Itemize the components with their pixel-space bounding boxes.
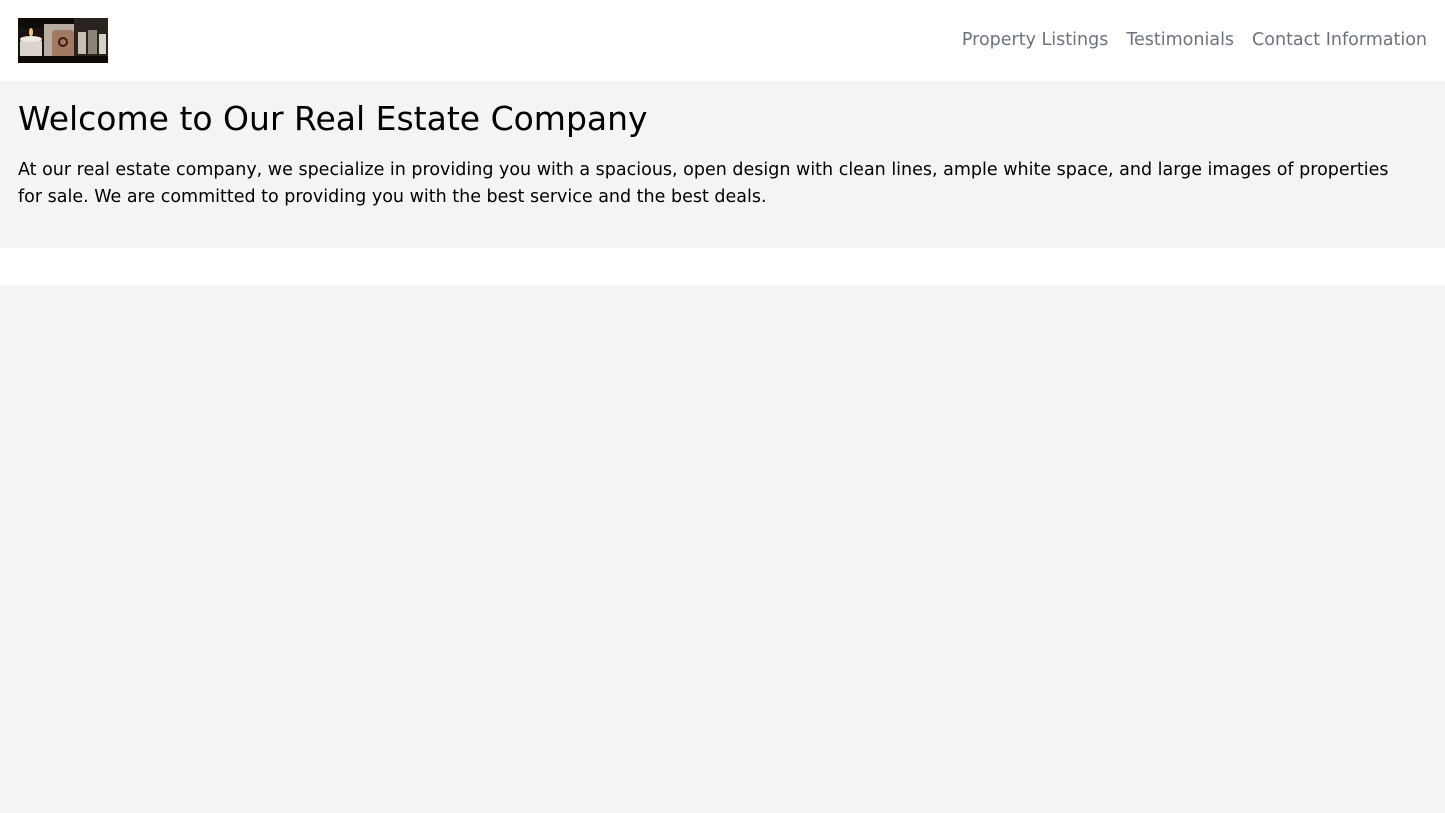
nav-link-contact-information[interactable]: Contact Information [1252,28,1427,52]
page-title: Welcome to Our Real Estate Company [18,99,648,138]
logo-book [88,30,97,54]
section-divider [0,248,1445,285]
main-nav: Property Listings Testimonials Contact I… [962,28,1427,52]
site-header: Property Listings Testimonials Contact I… [0,0,1445,81]
main-content-area [0,285,1445,813]
intro-paragraph: At our real estate company, we specializ… [18,160,1389,207]
nav-link-testimonials[interactable]: Testimonials [1126,28,1234,52]
logo-book [78,32,86,54]
logo-book [99,34,106,54]
hero-section: Welcome to Our Real Estate Company At ou… [0,81,1445,248]
nav-link-property-listings[interactable]: Property Listings [962,28,1108,52]
logo-candle-top [20,36,42,42]
logo-jar-emblem [58,37,68,47]
logo-base [18,56,108,63]
logo-flame [29,28,33,36]
logo-image[interactable] [18,18,108,63]
